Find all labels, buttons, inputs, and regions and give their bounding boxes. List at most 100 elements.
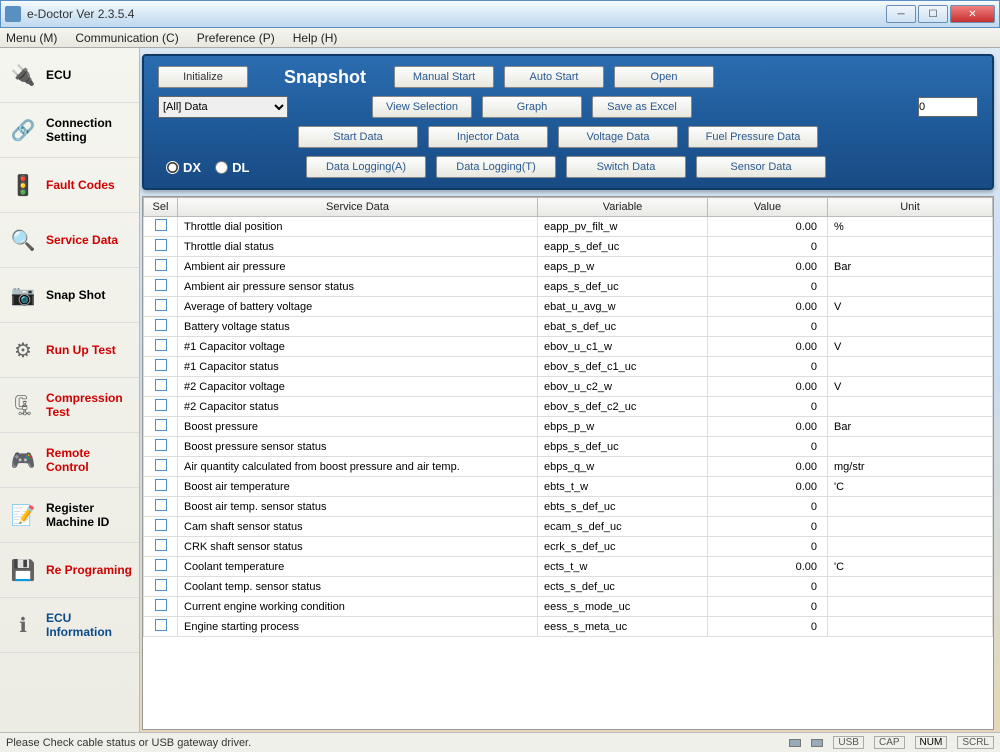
switch-data-button[interactable]: Switch Data [566, 156, 686, 178]
sidebar-item-10[interactable]: ℹECU Information [0, 598, 139, 653]
table-row[interactable]: Coolant temperatureects_t_w0.00'C [144, 557, 993, 577]
sidebar-item-label: Remote Control [46, 446, 133, 475]
menu-preference[interactable]: Preference (P) [197, 31, 275, 45]
cell-value: 0 [708, 237, 828, 257]
close-button[interactable]: ✕ [950, 5, 995, 23]
table-row[interactable]: Boost air temperatureebts_t_w0.00'C [144, 477, 993, 497]
menu-menu[interactable]: Menu (M) [6, 31, 57, 45]
table-row[interactable]: Engine starting processeess_s_meta_uc0 [144, 617, 993, 637]
col-sel[interactable]: Sel [144, 198, 178, 217]
row-checkbox[interactable] [155, 399, 167, 411]
table-row[interactable]: CRK shaft sensor statusecrk_s_def_uc0 [144, 537, 993, 557]
sidebar-item-5[interactable]: ⚙Run Up Test [0, 323, 139, 378]
sidebar-item-1[interactable]: 🔗Connection Setting [0, 103, 139, 158]
maximize-button[interactable]: ☐ [918, 5, 948, 23]
radio-dx[interactable]: DX [166, 160, 201, 175]
row-checkbox[interactable] [155, 239, 167, 251]
col-variable[interactable]: Variable [538, 198, 708, 217]
table-row[interactable]: Boost pressure sensor statusebps_s_def_u… [144, 437, 993, 457]
table-row[interactable]: #1 Capacitor statusebov_s_def_c1_uc0 [144, 357, 993, 377]
data-select[interactable]: [All] Data [158, 96, 288, 118]
row-checkbox[interactable] [155, 299, 167, 311]
row-checkbox[interactable] [155, 619, 167, 631]
cell-value: 0 [708, 317, 828, 337]
sidebar-icon: 🔗 [6, 113, 40, 147]
cell-variable: eaps_s_def_uc [538, 277, 708, 297]
row-checkbox[interactable] [155, 339, 167, 351]
row-checkbox[interactable] [155, 419, 167, 431]
table-row[interactable]: Ambient air pressureeaps_p_w0.00Bar [144, 257, 993, 277]
cell-variable: ebat_u_avg_w [538, 297, 708, 317]
table-row[interactable]: Throttle dial positioneapp_pv_filt_w0.00… [144, 217, 993, 237]
row-checkbox[interactable] [155, 479, 167, 491]
auto-start-button[interactable]: Auto Start [504, 66, 604, 88]
data-grid[interactable]: Sel Service Data Variable Value Unit Thr… [142, 196, 994, 730]
table-row[interactable]: Coolant temp. sensor statusects_s_def_uc… [144, 577, 993, 597]
sidebar-item-4[interactable]: 📷Snap Shot [0, 268, 139, 323]
cell-value: 0.00 [708, 417, 828, 437]
table-row[interactable]: Boost pressureebps_p_w0.00Bar [144, 417, 993, 437]
row-checkbox[interactable] [155, 259, 167, 271]
manual-start-button[interactable]: Manual Start [394, 66, 494, 88]
fuel-pressure-button[interactable]: Fuel Pressure Data [688, 126, 818, 148]
row-checkbox[interactable] [155, 279, 167, 291]
row-checkbox[interactable] [155, 519, 167, 531]
initialize-button[interactable]: Initialize [158, 66, 248, 88]
row-checkbox[interactable] [155, 499, 167, 511]
sidebar-item-2[interactable]: 🚦Fault Codes [0, 158, 139, 213]
menu-help[interactable]: Help (H) [293, 31, 338, 45]
sidebar-item-0[interactable]: 🔌ECU [0, 48, 139, 103]
graph-button[interactable]: Graph [482, 96, 582, 118]
row-checkbox[interactable] [155, 459, 167, 471]
sensor-data-button[interactable]: Sensor Data [696, 156, 826, 178]
cell-service: CRK shaft sensor status [178, 537, 538, 557]
menu-communication[interactable]: Communication (C) [75, 31, 178, 45]
table-row[interactable]: Air quantity calculated from boost press… [144, 457, 993, 477]
col-service[interactable]: Service Data [178, 198, 538, 217]
cell-variable: ecrk_s_def_uc [538, 537, 708, 557]
injector-data-button[interactable]: Injector Data [428, 126, 548, 148]
cell-variable: ebov_s_def_c1_uc [538, 357, 708, 377]
sidebar-item-9[interactable]: 💾Re Programing [0, 543, 139, 598]
table-row[interactable]: Battery voltage statusebat_s_def_uc0 [144, 317, 993, 337]
data-logging-t-button[interactable]: Data Logging(T) [436, 156, 556, 178]
sidebar-icon: 🔍 [6, 223, 40, 257]
row-checkbox[interactable] [155, 219, 167, 231]
data-logging-a-button[interactable]: Data Logging(A) [306, 156, 426, 178]
radio-dl[interactable]: DL [215, 160, 249, 175]
sidebar-item-7[interactable]: 🎮Remote Control [0, 433, 139, 488]
sidebar-item-label: Connection Setting [46, 116, 133, 145]
row-checkbox[interactable] [155, 439, 167, 451]
table-row[interactable]: Average of battery voltageebat_u_avg_w0.… [144, 297, 993, 317]
sidebar-item-3[interactable]: 🔍Service Data [0, 213, 139, 268]
table-row[interactable]: Cam shaft sensor statusecam_s_def_uc0 [144, 517, 993, 537]
row-checkbox[interactable] [155, 579, 167, 591]
row-checkbox[interactable] [155, 539, 167, 551]
col-unit[interactable]: Unit [828, 198, 993, 217]
view-selection-button[interactable]: View Selection [372, 96, 472, 118]
row-checkbox[interactable] [155, 379, 167, 391]
col-value[interactable]: Value [708, 198, 828, 217]
cell-value: 0 [708, 437, 828, 457]
row-checkbox[interactable] [155, 559, 167, 571]
row-checkbox[interactable] [155, 599, 167, 611]
sidebar-item-6[interactable]: 🗜Compression Test [0, 378, 139, 433]
start-data-button[interactable]: Start Data [298, 126, 418, 148]
table-row[interactable]: Throttle dial statuseapp_s_def_uc0 [144, 237, 993, 257]
minimize-button[interactable]: ─ [886, 5, 916, 23]
row-checkbox[interactable] [155, 359, 167, 371]
table-row[interactable]: Ambient air pressure sensor statuseaps_s… [144, 277, 993, 297]
cell-service: Air quantity calculated from boost press… [178, 457, 538, 477]
save-excel-button[interactable]: Save as Excel [592, 96, 692, 118]
table-row[interactable]: Current engine working conditioneess_s_m… [144, 597, 993, 617]
table-row[interactable]: #2 Capacitor statusebov_s_def_c2_uc0 [144, 397, 993, 417]
open-button[interactable]: Open [614, 66, 714, 88]
table-row[interactable]: #2 Capacitor voltageebov_u_c2_w0.00V [144, 377, 993, 397]
table-row[interactable]: Boost air temp. sensor statusebts_s_def_… [144, 497, 993, 517]
table-row[interactable]: #1 Capacitor voltageebov_u_c1_w0.00V [144, 337, 993, 357]
spinner-input[interactable] [918, 97, 978, 117]
row-checkbox[interactable] [155, 319, 167, 331]
cell-value: 0.00 [708, 217, 828, 237]
voltage-data-button[interactable]: Voltage Data [558, 126, 678, 148]
sidebar-item-8[interactable]: 📝Register Machine ID [0, 488, 139, 543]
